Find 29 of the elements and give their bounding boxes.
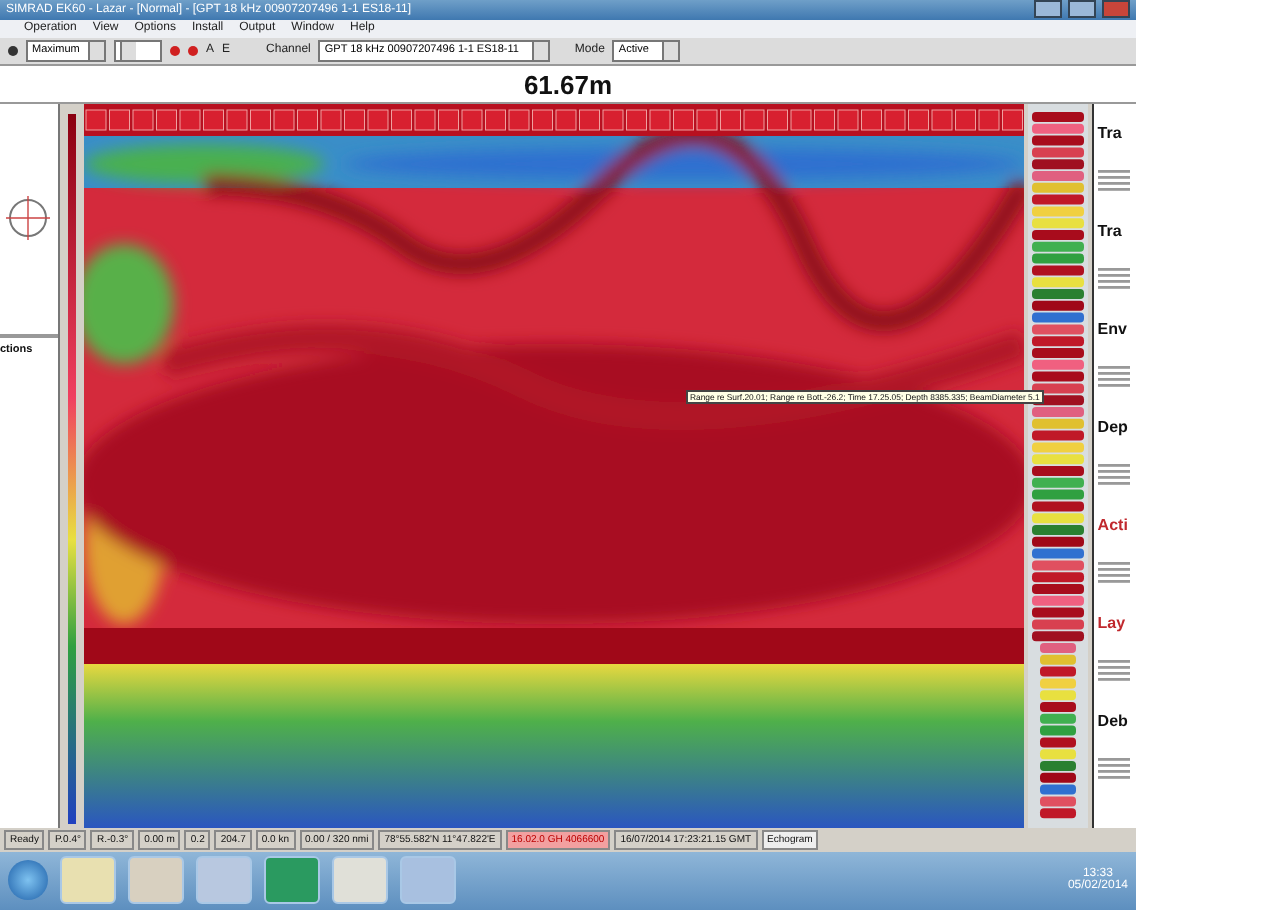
value-spinner[interactable] (114, 39, 162, 62)
info-text-lines-drawing (1097, 755, 1130, 784)
info-text-lines-drawing (1097, 559, 1130, 588)
taskbar-app-icon[interactable] (400, 856, 456, 905)
dot-icon[interactable] (8, 45, 18, 56)
section-heading: Tra (1097, 123, 1124, 142)
info-text-lines-drawing (1097, 461, 1130, 490)
crosshair-icon (6, 196, 51, 241)
minimize-button[interactable] (1034, 0, 1062, 19)
section-heading: Deb (1097, 711, 1130, 730)
taskbar-app-icon[interactable] (60, 856, 116, 905)
taskbar-app-icon[interactable] (332, 856, 388, 905)
taskbar-app-icon[interactable] (196, 856, 252, 905)
section-heading: Acti (1097, 515, 1130, 534)
record-icon[interactable] (170, 45, 180, 56)
depth-reading: 61.67m (523, 69, 613, 100)
info-text-lines-drawing (1097, 167, 1130, 196)
start-icon[interactable] (8, 860, 48, 901)
taskbar-app-icon[interactable] (264, 856, 320, 905)
section-heading: Lay (1097, 613, 1128, 632)
info-text-lines-drawing (1097, 363, 1130, 392)
close-button[interactable] (1102, 0, 1130, 19)
maximize-button[interactable] (1068, 0, 1096, 19)
section-heading: Env (1097, 319, 1129, 338)
section-heading: Tra (1097, 221, 1124, 240)
info-text-lines-drawing (1097, 265, 1130, 294)
taskbar-app-icon[interactable] (128, 856, 184, 905)
info-text-lines-drawing (1097, 657, 1130, 686)
section-heading: Dep (1097, 417, 1130, 436)
